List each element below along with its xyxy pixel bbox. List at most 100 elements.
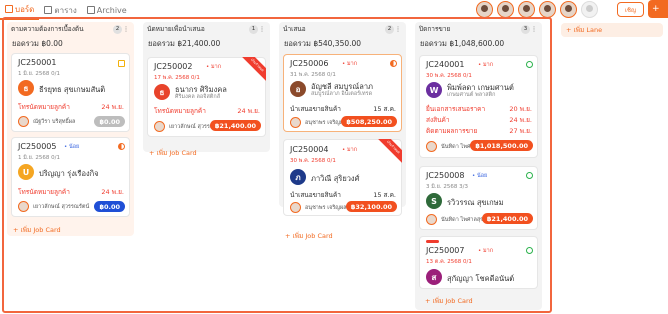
card-meta: 1 มิ.ย. 2568 0/1 [18, 155, 60, 161]
lane-total: ยอดรวม ฿1,048,600.00 [420, 39, 505, 48]
job-card[interactable]: JC250005 • น้อย 1 มิ.ย. 2568 0/1 U ปริญญ… [11, 137, 130, 217]
owner-avatar [154, 121, 165, 132]
more-icon[interactable]: ⋮ [530, 25, 538, 33]
add-job-card-button[interactable]: + เพิ่ม Job Card [7, 223, 67, 237]
card-id: JC250001 [18, 58, 57, 67]
card-id: JC250002 [154, 62, 193, 71]
invite-button[interactable]: เชิญ [617, 2, 644, 17]
lane-header: นำเสนอ 2 ⋮ [279, 22, 406, 36]
card-meta: 3 มิ.ย. 2568 3/3 [426, 184, 468, 190]
table-icon [44, 6, 53, 14]
invite-label: เชิญ [624, 6, 637, 14]
overdue-ribbon: เกินกำหนด [378, 139, 402, 163]
lane-header: ตามความต้องการเบื้องต้น 2 ⋮ [7, 22, 134, 36]
add-job-card-button[interactable]: + เพิ่ม Job Card [419, 294, 479, 308]
avatar[interactable] [497, 1, 514, 18]
task-date: 24 พ.ย. [509, 116, 532, 124]
lane-total: ยอดรวม ฿540,350.00 [284, 39, 362, 48]
more-icon[interactable]: ⋮ [258, 25, 266, 33]
job-card[interactable]: JC250006 • มาก 31 พ.ค. 2568 0/1 อ อัญชลี… [283, 54, 402, 132]
owner-avatar [290, 117, 301, 128]
card-id: JC250008 [426, 171, 465, 180]
owner-name: นันทิดา ไพศาลสุข [441, 217, 485, 223]
card-id: JC250007 [426, 246, 465, 255]
job-card[interactable]: JC240001 • มาก 30 พ.ค. 2568 0/1 W พิมพ์ล… [419, 55, 538, 158]
task-date: 24 พ.ย. [101, 103, 124, 111]
customer-avatar: ภ [290, 169, 306, 185]
priority-tag: • มาก [478, 62, 494, 68]
card-meta: 13 ต.ค. 2568 0/1 [426, 259, 472, 265]
progress-icon [118, 143, 125, 150]
amount-badge: ฿21,400.00 [209, 120, 261, 131]
task-text: โทรนัดหมายลูกค้า [154, 107, 206, 115]
avatar[interactable] [518, 1, 535, 18]
lane-count: 2 [385, 24, 394, 34]
overdue-ribbon: เกินกำหนด [242, 57, 266, 81]
owner-name: อนุชาพร เจริญผล [305, 205, 347, 211]
customer-avatar: W [426, 82, 442, 98]
task-date: 24 พ.ย. [101, 188, 124, 196]
priority-tag: • มาก [478, 248, 494, 254]
add-lane-button[interactable]: + เพิ่ม Lane [561, 23, 663, 37]
task-text: ยื่นเอกสารเสนอราคา [426, 105, 486, 113]
lane-count: 1 [249, 24, 258, 34]
ribbon-label: เกินกำหนด [378, 139, 402, 163]
customer-name: รวิวรรณ สุขเกษม [447, 198, 504, 207]
status-icon [526, 247, 533, 254]
owner-avatar [290, 202, 301, 213]
owner-avatar [426, 214, 437, 225]
priority-tag: • น้อย [472, 173, 488, 179]
add-job-card-button[interactable]: + เพิ่ม Job Card [279, 229, 339, 243]
lane-total: ยอดรวม ฿21,400.00 [148, 39, 221, 48]
card-id: JC240001 [426, 60, 465, 69]
tab-archive-label: Archive [96, 5, 127, 15]
lane-count: 3 [521, 24, 530, 34]
lane-total: ยอดรวม ฿0.00 [12, 39, 63, 48]
task-date: 27 พ.ย. [509, 127, 532, 135]
archive-icon [86, 6, 95, 14]
job-card[interactable]: JC250001 1 มิ.ย. 2568 0/1 ธ ธีรยุทธ สุขเ… [11, 53, 130, 132]
amount-badge: ฿32,100.00 [345, 201, 397, 212]
priority-tag: • มาก [342, 61, 358, 67]
avatar[interactable] [560, 1, 577, 18]
card-id: JC250006 [290, 59, 329, 68]
member-avatars [476, 1, 598, 18]
job-card[interactable]: JC250007 • มาก 13 ต.ค. 2568 0/1 ส สุกัญญ… [419, 236, 538, 289]
add-job-card-button[interactable]: + เพิ่ม Job Card [143, 146, 203, 160]
priority-tag: • มาก [342, 147, 358, 153]
label-bar [426, 240, 439, 243]
more-icon[interactable]: ⋮ [122, 25, 130, 33]
amount-badge: ฿508,250.00 [341, 116, 397, 127]
add-label: + [652, 4, 660, 14]
company-name: สมบูรณ์ลาภ อินเตอร์เทรด [311, 91, 373, 97]
priority-tag: • น้อย [64, 144, 80, 150]
more-icon[interactable]: ⋮ [394, 25, 402, 33]
amount-badge: ฿21,400.00 [481, 213, 533, 224]
task-date: 15 ส.ค. [373, 105, 396, 113]
job-card[interactable]: เกินกำหนด JC250004 • มาก 30 พ.ค. 2568 0/… [283, 139, 402, 216]
tab-table-label: ตาราง [54, 5, 77, 15]
job-card[interactable]: JC250008 • น้อย 3 มิ.ย. 2568 3/3 S รวิวร… [419, 166, 538, 230]
priority-tag: • มาก [206, 64, 222, 70]
board-icon [5, 5, 13, 13]
customer-avatar: U [18, 164, 34, 180]
status-icon [526, 61, 533, 68]
lane-title: นำเสนอ [283, 25, 306, 33]
customer-name: ภาวิณี สุริยวงศ์ [311, 174, 360, 183]
avatar[interactable] [581, 1, 598, 18]
owner-avatar [426, 141, 437, 152]
amount-badge: ฿1,018,500.00 [470, 140, 533, 151]
card-meta: 30 พ.ค. 2568 0/1 [426, 73, 472, 79]
task-date: 15 ส.ค. [373, 191, 396, 199]
customer-avatar: S [426, 193, 442, 209]
avatar[interactable] [539, 1, 556, 18]
add-button[interactable]: + [648, 0, 668, 18]
avatar[interactable] [476, 1, 493, 18]
lane-title: นัดหมายเพื่อนำเสนอ [147, 25, 205, 33]
amount-badge: ฿0.00 [94, 116, 125, 127]
card-id: JC250005 [18, 142, 57, 151]
customer-name: สุกัญญา โชคดีอนันต์ [447, 274, 515, 283]
lane-header: ปิดการขาย 3 ⋮ [415, 22, 542, 36]
hourglass-icon [118, 60, 125, 67]
job-card[interactable]: เกินกำหนด JC250002 • มาก 17 พ.ค. 2568 0/… [147, 57, 266, 137]
